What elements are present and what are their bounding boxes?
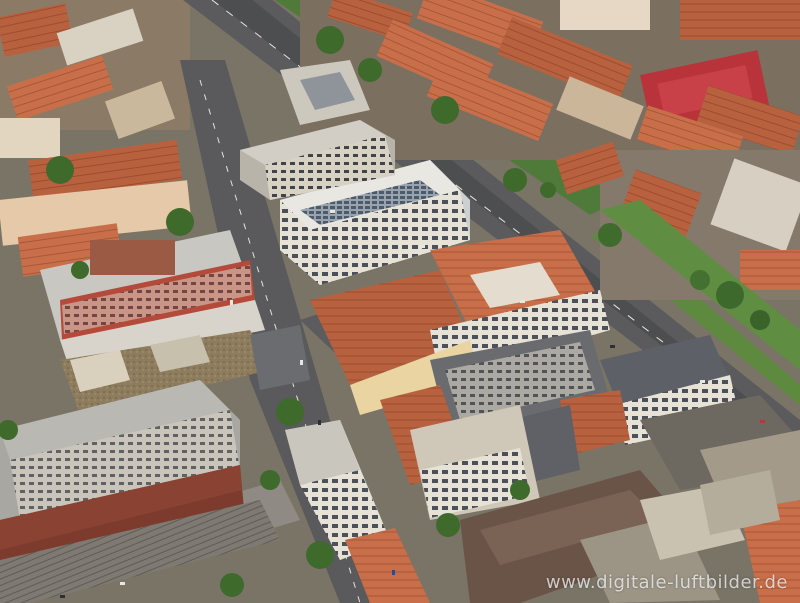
- aerial-city-photo: www.digitale-luftbilder.de: [0, 0, 800, 603]
- photo-watermark: www.digitale-luftbilder.de: [545, 572, 788, 593]
- aerial-city-illustration: [0, 0, 800, 603]
